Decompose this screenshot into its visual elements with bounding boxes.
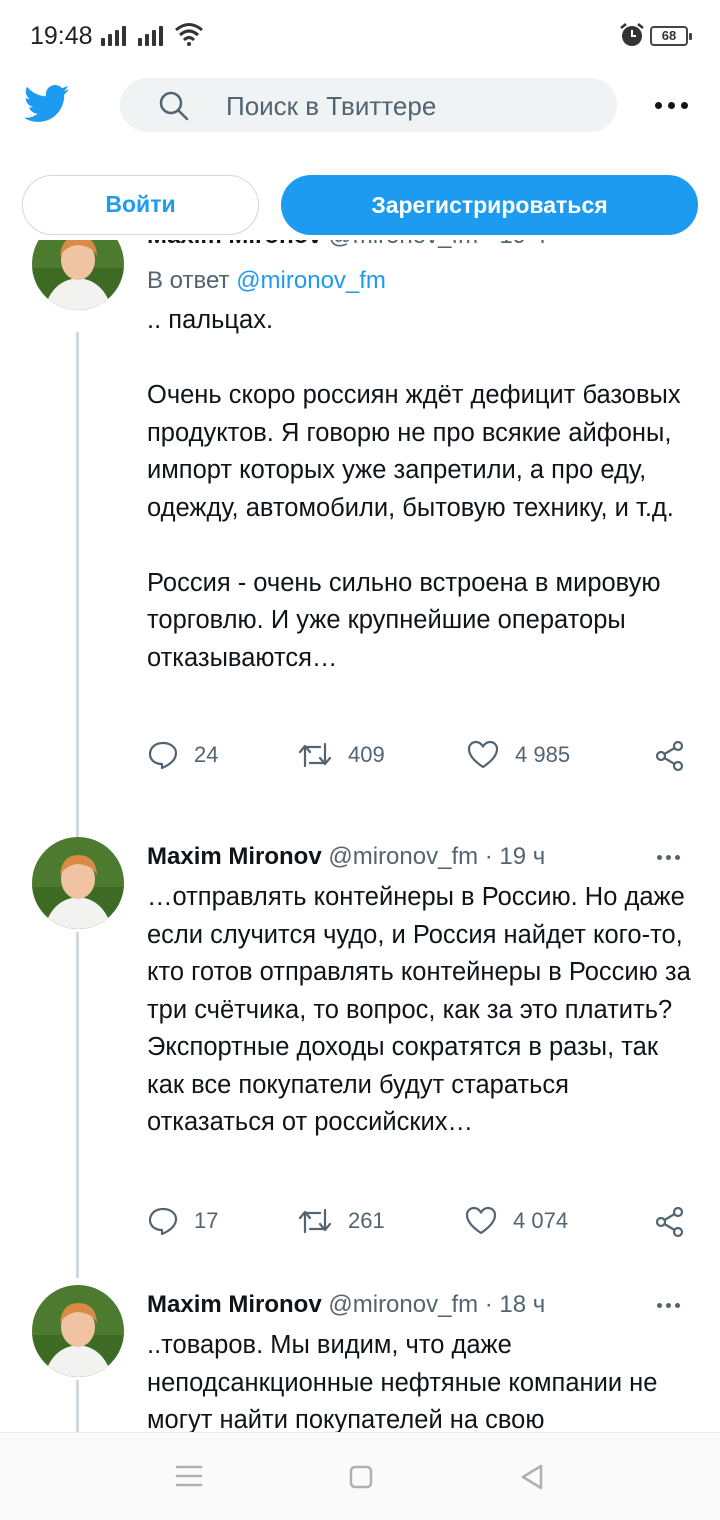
reply-prefix: В ответ (147, 267, 237, 294)
like-count: 4 074 (513, 1208, 569, 1233)
top-header: Поиск в Твиттере (0, 70, 720, 150)
login-button[interactable]: Войти (22, 175, 259, 235)
avatar[interactable] (32, 837, 124, 929)
reply-to-line: В ответ @mironov_fm (147, 267, 386, 295)
author-handle-time: @mironov_fm · 19 ч (328, 240, 545, 249)
reply-icon (148, 741, 178, 770)
like-button[interactable]: 4 985 (467, 740, 570, 770)
reply-count: 17 (194, 1208, 219, 1233)
recent-apps-icon[interactable] (175, 1463, 203, 1489)
author-handle-time: @mironov_fm · 18 ч (328, 1291, 546, 1318)
share-icon[interactable] (654, 1206, 686, 1238)
like-button[interactable]: 4 074 (465, 1206, 568, 1236)
tweet-text: ..товаров. Мы видим, что даже неподсанкц… (147, 1331, 658, 1432)
like-count: 4 985 (515, 742, 571, 767)
retweet-icon (298, 1208, 332, 1234)
retweet-button[interactable]: 409 (298, 740, 385, 770)
retweet-button[interactable]: 261 (298, 1206, 385, 1236)
signup-button[interactable]: Зарегистрироваться (281, 175, 698, 235)
search-input[interactable]: Поиск в Твиттере (120, 78, 617, 132)
signal-icon-2 (138, 24, 163, 46)
tweet-actions: 24 409 4 985 (0, 740, 720, 780)
author-name[interactable]: Maxim Mironov (147, 843, 322, 870)
twitter-logo-icon[interactable] (24, 84, 70, 124)
tweet-text: .. пальцах. Очень скоро россиян ждёт деф… (147, 306, 681, 672)
home-icon[interactable] (349, 1465, 373, 1489)
system-nav-bar (0, 1432, 720, 1520)
tweet-more-icon[interactable] (657, 1303, 680, 1308)
heart-icon (467, 740, 499, 769)
retweet-count: 261 (348, 1208, 385, 1233)
reply-button[interactable]: 24 (148, 740, 218, 770)
tweet-text: …отправлять контейнеры в Россию. Но даже… (147, 883, 691, 1136)
search-icon (159, 91, 189, 121)
retweet-count: 409 (348, 742, 385, 767)
avatar[interactable] (32, 240, 124, 310)
author-name[interactable]: Maxim Mironov (147, 240, 322, 249)
tweet-feed[interactable]: Maxim Mironov @mironov_fm · 19 ч В ответ… (0, 240, 720, 1432)
battery-icon: 68 (650, 26, 692, 46)
status-bar: 19:48 68 (0, 0, 720, 70)
reply-count: 24 (194, 742, 219, 767)
back-icon[interactable] (519, 1463, 545, 1491)
wifi-icon (175, 23, 203, 46)
thread-line (76, 1380, 79, 1432)
heart-icon (465, 1206, 497, 1235)
author-name[interactable]: Maxim Mironov (147, 1291, 322, 1318)
share-icon[interactable] (654, 740, 686, 772)
author-handle-time: @mironov_fm · 19 ч (328, 843, 546, 870)
reply-icon (148, 1207, 178, 1236)
retweet-icon (298, 742, 332, 768)
more-options-icon[interactable] (655, 102, 688, 109)
status-time: 19:48 (30, 22, 93, 50)
tweet-more-icon[interactable] (657, 855, 680, 860)
reply-mention-link[interactable]: @mironov_fm (236, 267, 386, 294)
signal-icon (101, 24, 126, 46)
auth-bar: Войти Зарегистрироваться (0, 170, 720, 240)
search-placeholder: Поиск в Твиттере (226, 91, 437, 121)
avatar[interactable] (32, 1285, 124, 1377)
reply-button[interactable]: 17 (148, 1206, 218, 1236)
tweet-actions: 17 261 4 074 (0, 1206, 720, 1246)
alarm-icon (620, 23, 644, 46)
